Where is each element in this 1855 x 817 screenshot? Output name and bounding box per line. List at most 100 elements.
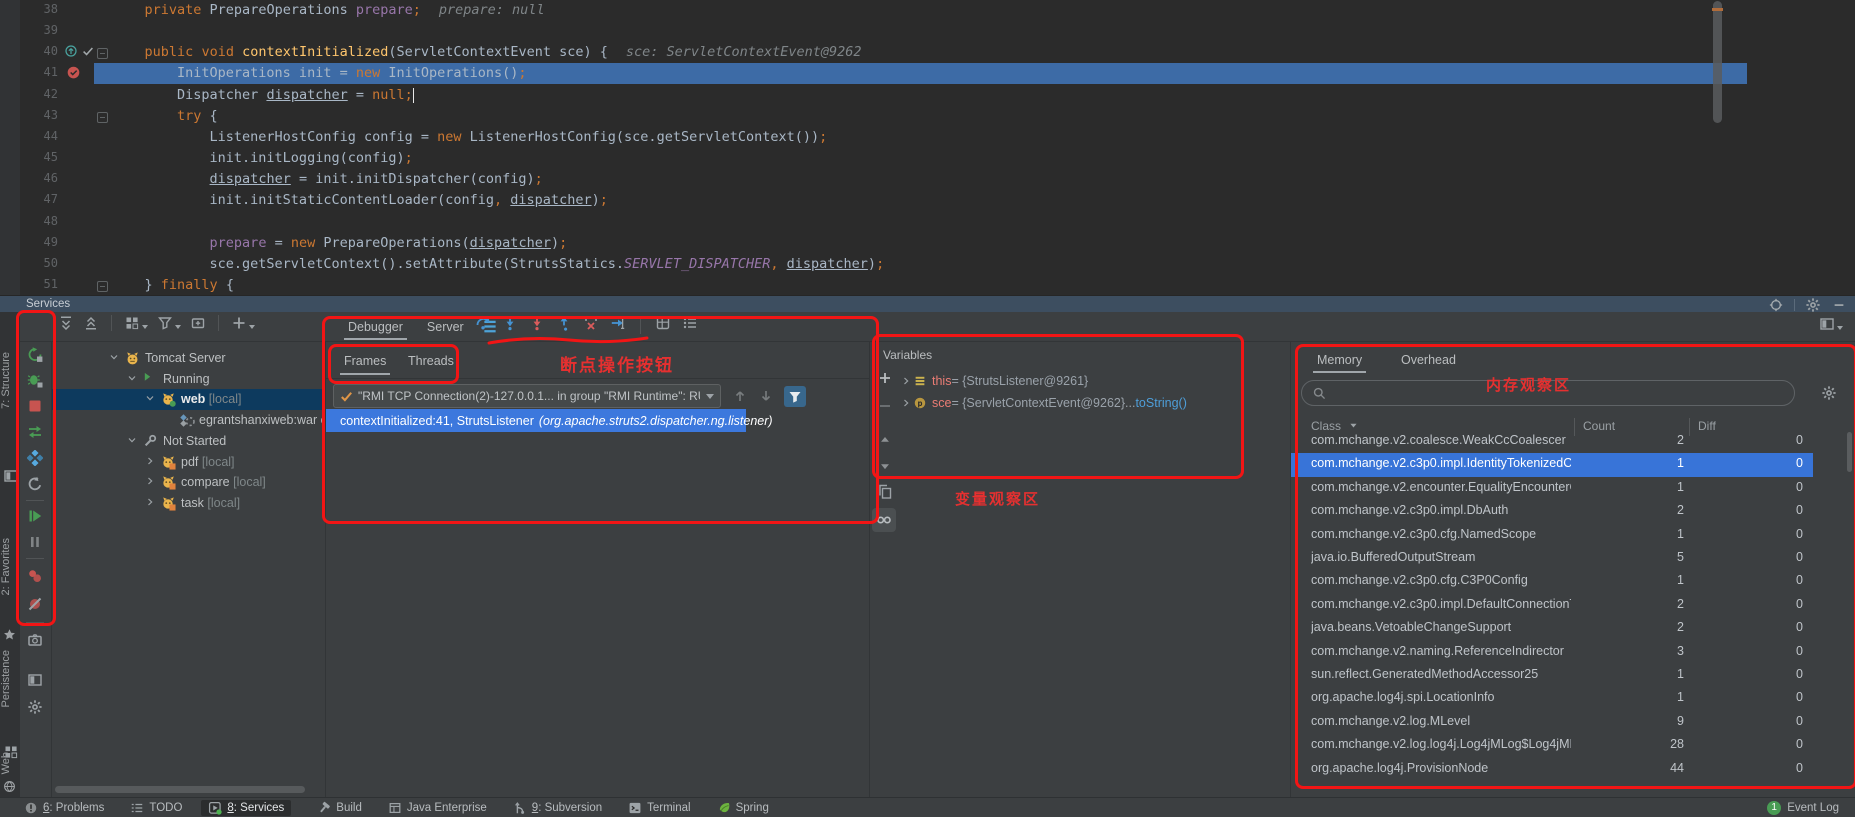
step-out-button[interactable] [556, 315, 572, 336]
stop-server-button[interactable] [27, 398, 43, 414]
tab-server[interactable]: Server [415, 312, 476, 341]
previous-frame-icon[interactable] [731, 387, 749, 405]
code-line[interactable]: ListenerHostConfig config = new Listener… [112, 129, 827, 145]
memory-class-row[interactable]: com.mchange.v2.c3p0.cfg.NamedScope10 [1291, 524, 1813, 547]
code-line[interactable]: try { [112, 108, 218, 124]
tree-row[interactable]: task [local] [52, 493, 325, 514]
stripe-button-persistence[interactable]: Persistence [0, 650, 20, 707]
variable-row[interactable]: psce = {ServletContextEvent@9262} ... to… [900, 392, 1187, 414]
code-line[interactable]: init.initLogging(config); [112, 150, 413, 166]
settings-button[interactable] [27, 699, 43, 715]
next-frame-icon[interactable] [757, 387, 775, 405]
step-into-button[interactable] [502, 315, 518, 336]
restore-layout-button[interactable] [27, 672, 43, 688]
statusbar-item-terminal[interactable]: Terminal [628, 801, 690, 815]
memory-class-row[interactable]: com.mchange.v2.c3p0.impl.DbAuth20 [1291, 500, 1813, 523]
chevron-collapsed-icon[interactable] [900, 395, 912, 411]
override-marker-icon[interactable] [64, 44, 80, 60]
view-breakpoints-button[interactable] [27, 568, 43, 584]
expand-all-button[interactable] [58, 315, 74, 331]
tab-threads[interactable]: Threads [398, 347, 464, 375]
line-number[interactable]: 48 [20, 214, 58, 228]
code-line[interactable]: dispatcher = init.initDispatcher(config)… [112, 171, 543, 187]
view-options-button[interactable] [682, 315, 698, 336]
memory-settings-icon[interactable] [1821, 385, 1837, 401]
memory-class-row[interactable]: java.io.BufferedOutputStream50 [1291, 547, 1813, 570]
tool-window-settings-icon[interactable] [1805, 297, 1821, 313]
group-by-button[interactable] [124, 315, 148, 331]
resume-button[interactable] [27, 508, 43, 524]
layout-options-icon[interactable] [1819, 316, 1835, 332]
stripe-button-web[interactable]: Web [0, 752, 20, 774]
code-line[interactable]: public void contextInitialized(ServletCo… [112, 44, 862, 60]
chevron-expanded-icon[interactable] [126, 434, 142, 450]
float-mode-icon[interactable] [1768, 297, 1784, 313]
memory-class-row[interactable]: com.mchange.v2.coalesce.WeakCcCoalescer2… [1291, 430, 1813, 453]
code-line[interactable]: init.initStaticContentLoader(config, dis… [112, 192, 608, 208]
code-line[interactable]: prepare = new PrepareOperations(dispatch… [112, 235, 567, 251]
code-line[interactable]: Dispatcher dispatcher = null; [112, 87, 414, 103]
deployment-status-button[interactable] [27, 450, 43, 466]
memory-class-row[interactable]: com.mchange.v2.c3p0.impl.IdentityTokeniz… [1291, 453, 1813, 476]
mute-breakpoints-button[interactable] [27, 596, 43, 612]
memory-class-row[interactable]: java.beans.VetoableChangeSupport20 [1291, 617, 1813, 640]
statusbar-item-services[interactable]: 8: Services [201, 800, 291, 816]
line-number[interactable]: 44 [20, 129, 58, 143]
breakpoint-icon[interactable] [66, 65, 82, 81]
tab-debugger[interactable]: Debugger [336, 312, 415, 341]
tostring-link[interactable]: toString() [1135, 396, 1186, 410]
memory-class-row[interactable]: com.mchange.v2.c3p0.impl.DefaultConnecti… [1291, 594, 1813, 617]
memory-scrollbar-thumb[interactable] [1847, 432, 1852, 472]
tree-row[interactable]: Tomcat Server [52, 348, 325, 369]
step-over-button[interactable] [475, 315, 491, 336]
code-editor[interactable]: 38 private PrepareOperations prepare;pre… [20, 0, 1855, 295]
services-tree[interactable]: Tomcat ServerRunningweb [local]egrantsha… [52, 342, 325, 797]
statusbar-item-todo[interactable]: TODO [130, 801, 182, 815]
line-number[interactable]: 38 [20, 2, 58, 16]
duplicate-watch-button[interactable] [877, 484, 893, 500]
chevron-collapsed-icon[interactable] [900, 373, 912, 389]
editor-scrollbar-thumb[interactable] [1713, 1, 1722, 123]
refresh-button[interactable] [27, 476, 43, 492]
line-number[interactable]: 41 [20, 65, 58, 79]
memory-class-row[interactable]: sun.reflect.GeneratedMethodAccessor2510 [1291, 664, 1813, 687]
force-step-into-button[interactable] [529, 315, 545, 336]
memory-class-row[interactable]: org.apache.log4j.ProvisionNode440 [1291, 758, 1813, 781]
stripe-button-structure[interactable]: 7: Structure [0, 352, 20, 409]
fold-marker[interactable] [97, 48, 108, 59]
statusbar-item-problems[interactable]: 6: Problems [24, 801, 104, 815]
line-number[interactable]: 39 [20, 23, 58, 37]
code-line[interactable]: } finally { [112, 277, 234, 293]
chevron-collapsed-icon[interactable] [144, 475, 160, 491]
code-line[interactable]: private PrepareOperations prepare;prepar… [112, 2, 545, 18]
line-number[interactable]: 40 [20, 44, 58, 58]
add-service-button[interactable] [231, 315, 255, 331]
line-number[interactable]: 50 [20, 256, 58, 270]
line-number[interactable]: 51 [20, 277, 58, 291]
editor-scrollbar[interactable] [1712, 0, 1723, 295]
memory-class-row[interactable]: com.mchange.v2.c3p0.cfg.C3P0Config10 [1291, 570, 1813, 593]
tree-row[interactable]: web [local] [52, 389, 325, 410]
memory-class-row[interactable]: com.mchange.v2.log.log4j.Log4jMLog$Log4j… [1291, 734, 1813, 757]
tab-frames[interactable]: Frames [334, 347, 396, 375]
rerun-server-button[interactable] [27, 346, 43, 362]
statusbar-item-javaenterprise[interactable]: Java Enterprise [388, 801, 487, 815]
line-number[interactable]: 47 [20, 192, 58, 206]
chevron-expanded-icon[interactable] [126, 372, 142, 388]
add-service-frame-button[interactable] [190, 315, 206, 331]
line-number[interactable]: 49 [20, 235, 58, 249]
remove-watch-button[interactable] [877, 398, 893, 414]
line-number[interactable]: 43 [20, 108, 58, 122]
line-number[interactable]: 46 [20, 171, 58, 185]
line-number[interactable]: 45 [20, 150, 58, 164]
line-number[interactable]: 42 [20, 87, 58, 101]
reset-frame-button[interactable] [583, 315, 599, 336]
memory-class-row[interactable]: org.apache.log4j.spi.LocationInfo10 [1291, 687, 1813, 710]
code-line[interactable]: sce.getServletContext().setAttribute(Str… [112, 256, 884, 272]
tree-row[interactable]: Running [52, 369, 325, 390]
statusbar-item-subversion[interactable]: 9: Subversion [513, 801, 602, 815]
watches-toggle-button[interactable] [872, 508, 896, 532]
tab-overhead[interactable]: Overhead [1391, 346, 1466, 373]
thread-dump-button[interactable] [27, 632, 43, 648]
tree-row[interactable]: compare [local] [52, 472, 325, 493]
